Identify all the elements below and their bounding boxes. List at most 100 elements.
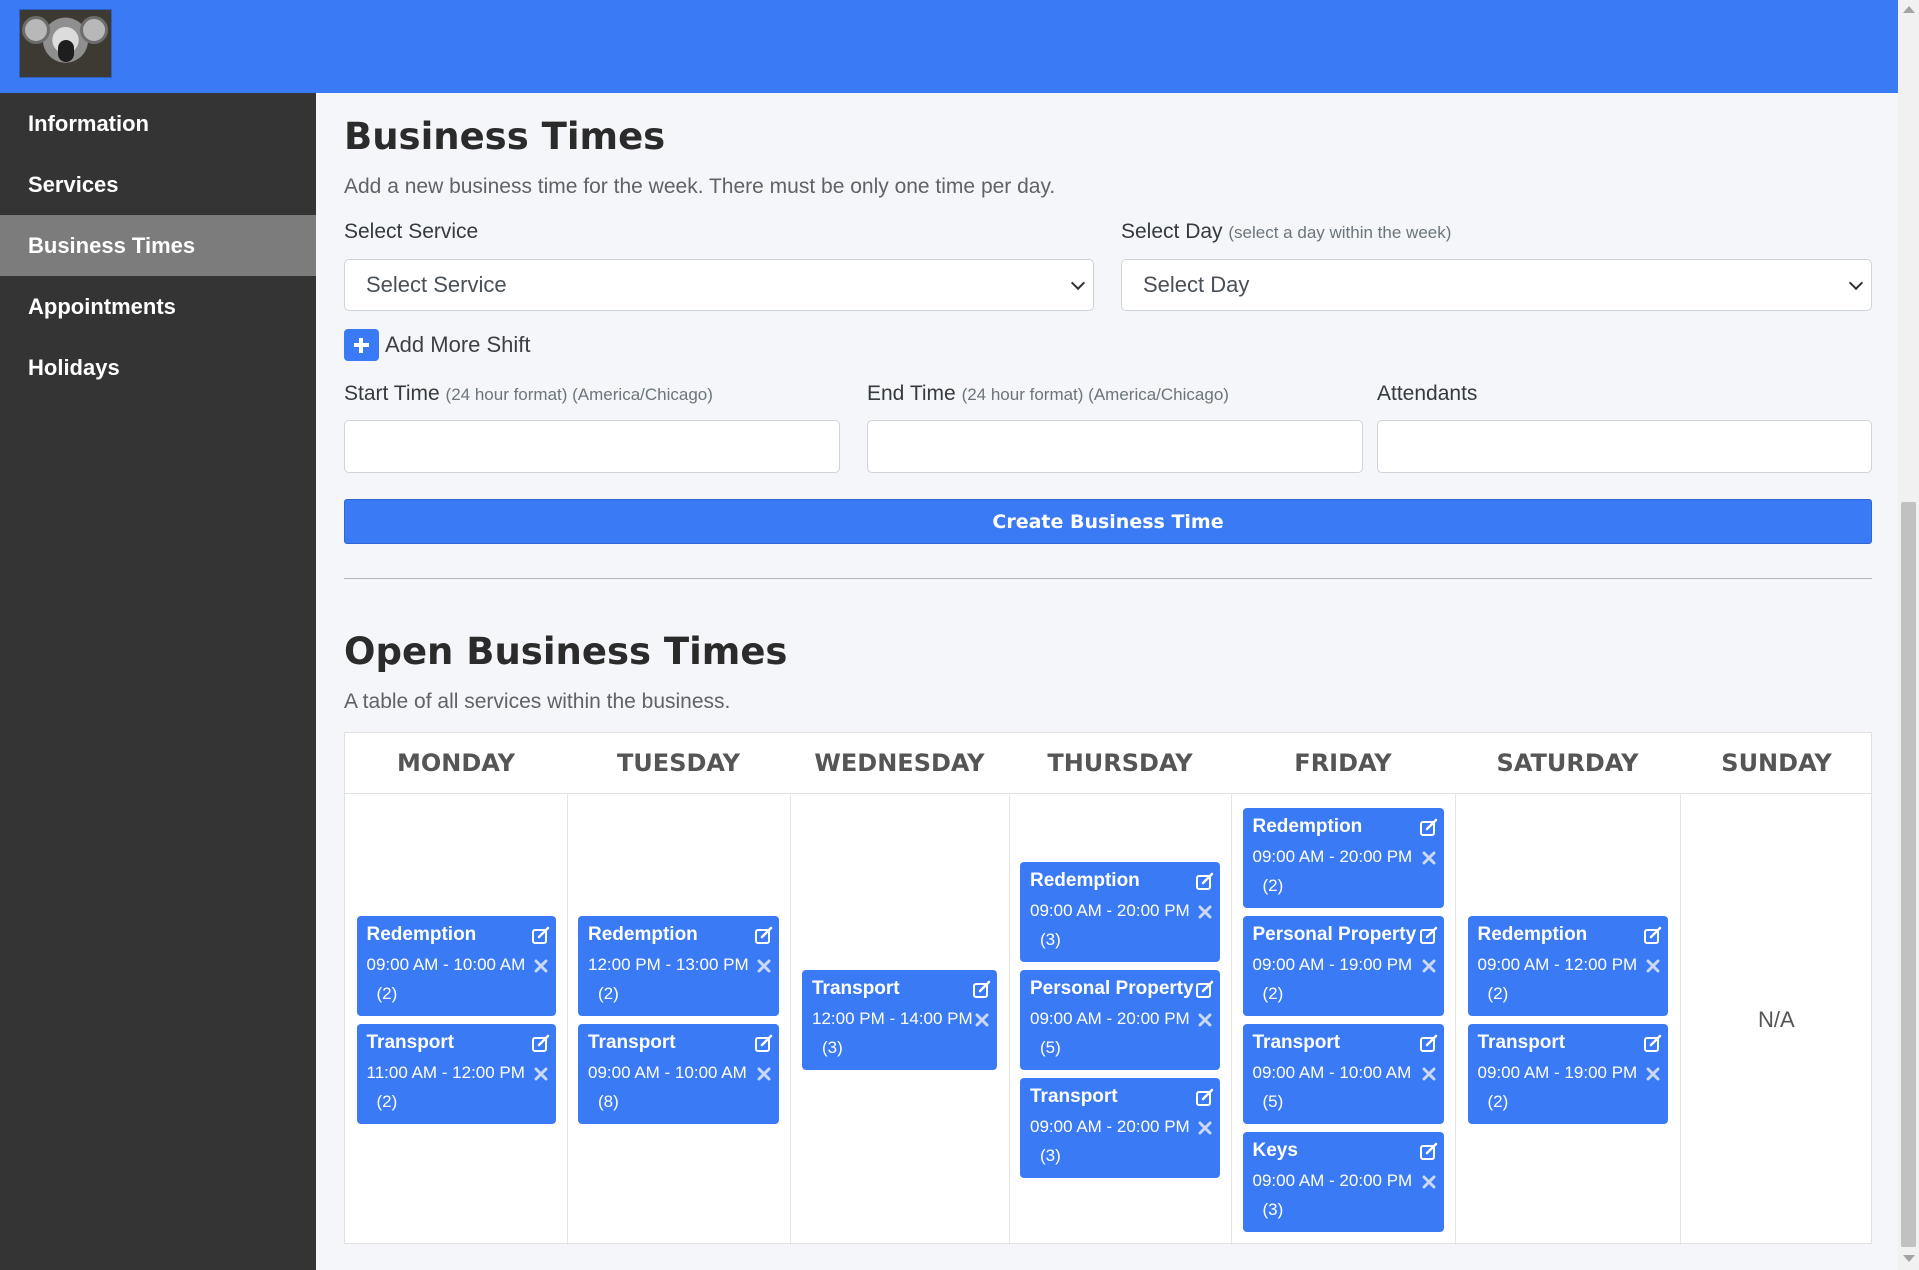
business-time-card[interactable]: Redemption 12:00 PM - 13:00 PM (2) — [578, 915, 779, 1016]
sidebar-item-appointments[interactable]: Appointments — [0, 276, 316, 337]
edit-icon[interactable] — [1196, 1088, 1214, 1106]
card-attendants-count: (3) — [822, 1037, 843, 1057]
business-time-card[interactable]: Keys 09:00 AM - 20:00 PM (3) — [1242, 1131, 1444, 1232]
business-time-card[interactable]: Redemption 09:00 AM - 10:00 AM (2) — [356, 915, 556, 1016]
start-time-input[interactable] — [344, 420, 840, 473]
scroll-up-arrow-icon[interactable] — [1903, 6, 1915, 13]
business-time-card[interactable]: Transport 12:00 PM - 14:00 PM (3) — [802, 969, 997, 1070]
close-icon[interactable] — [1422, 1067, 1436, 1081]
edit-icon[interactable] — [1419, 926, 1438, 944]
scroll-thumb[interactable] — [1901, 502, 1916, 1247]
card-attendants-count: (8) — [598, 1091, 619, 1111]
attendants-label-text: Attendants — [1377, 382, 1478, 405]
page-scrollbar[interactable] — [1898, 0, 1919, 1270]
card-time-range: 09:00 AM - 12:00 PM — [1477, 954, 1638, 974]
close-icon[interactable] — [757, 959, 771, 973]
page-subtitle: Add a new business time for the week. Th… — [344, 175, 1056, 198]
logo-ear-right — [80, 16, 108, 44]
card-attendants-count: (2) — [1262, 875, 1284, 895]
sidebar-item-label: Information — [28, 110, 149, 136]
service-label-text: Select Service — [344, 220, 479, 243]
edit-icon[interactable] — [973, 980, 991, 998]
chevron-down-icon — [1848, 275, 1864, 291]
sidebar-item-label: Appointments — [28, 293, 176, 319]
card-attendants-count: (5) — [1040, 1037, 1061, 1057]
sidebar-item-services[interactable]: Services — [0, 154, 316, 215]
section-divider — [344, 578, 1872, 579]
end-time-label-text: End Time — [867, 382, 956, 405]
column-separator — [1680, 794, 1681, 1245]
edit-icon[interactable] — [1419, 1142, 1438, 1160]
create-business-time-button[interactable]: Create Business Time — [344, 499, 1872, 544]
business-time-card[interactable]: Transport 09:00 AM - 20:00 PM (3) — [1020, 1077, 1220, 1178]
edit-icon[interactable] — [1643, 926, 1662, 944]
close-icon[interactable] — [1198, 905, 1212, 919]
close-icon[interactable] — [534, 1067, 548, 1081]
edit-icon[interactable] — [755, 926, 773, 944]
sidebar-item-holidays[interactable]: Holidays — [0, 337, 316, 398]
card-service-name: Transport — [1030, 1085, 1118, 1107]
section-subtitle: A table of all services within the busin… — [344, 690, 731, 713]
edit-icon[interactable] — [1196, 980, 1214, 998]
close-icon[interactable] — [757, 1067, 771, 1081]
scroll-down-arrow-icon[interactable] — [1903, 1255, 1915, 1262]
card-time-range: 11:00 AM - 12:00 PM — [366, 1062, 525, 1082]
card-service-name: Redemption — [1252, 815, 1363, 837]
service-select[interactable]: Select Service — [344, 259, 1094, 311]
logo-ear-left — [22, 16, 50, 44]
edit-icon[interactable] — [531, 926, 550, 944]
business-time-card[interactable]: Transport 09:00 AM - 10:00 AM (5) — [1242, 1023, 1444, 1124]
service-select-value: Select Service — [366, 272, 507, 297]
close-icon[interactable] — [534, 959, 548, 973]
sidebar-item-business-times[interactable]: Business Times — [0, 215, 316, 276]
attendants-input[interactable] — [1377, 420, 1872, 473]
edit-icon[interactable] — [531, 1034, 550, 1052]
edit-icon[interactable] — [1419, 1034, 1438, 1052]
column-header-tuesday: TUESDAY — [616, 749, 741, 777]
card-service-name: Transport — [588, 1031, 676, 1053]
column-separator — [567, 794, 568, 1245]
end-time-hint: (24 hour format) (America/Chicago) — [961, 385, 1229, 404]
edit-icon[interactable] — [1196, 872, 1214, 890]
card-service-name: Transport — [1252, 1031, 1341, 1053]
business-time-card[interactable]: Personal Property 09:00 AM - 20:00 PM (5) — [1020, 969, 1220, 1070]
card-attendants-count: (2) — [376, 983, 398, 1003]
card-service-name: Redemption — [1477, 923, 1588, 945]
column-header-friday: FRIDAY — [1294, 749, 1392, 777]
close-icon[interactable] — [1646, 1067, 1660, 1081]
day-select[interactable]: Select Day — [1121, 259, 1872, 311]
business-time-card[interactable]: Transport 09:00 AM - 19:00 PM (2) — [1467, 1023, 1668, 1124]
sidebar-item-information[interactable]: Information — [0, 93, 316, 154]
business-time-card[interactable]: Redemption 09:00 AM - 20:00 PM (2) — [1242, 807, 1444, 908]
close-icon[interactable] — [1422, 959, 1436, 973]
sidebar-item-label: Holidays — [28, 354, 120, 380]
card-time-range: 09:00 AM - 10:00 AM — [1252, 1062, 1412, 1082]
business-time-card[interactable]: Transport 09:00 AM - 10:00 AM (8) — [578, 1023, 779, 1124]
close-icon[interactable] — [975, 1013, 989, 1027]
empty-day-label: N/A — [1758, 1006, 1795, 1032]
card-service-name: Transport — [1477, 1031, 1566, 1053]
edit-icon[interactable] — [1419, 818, 1438, 836]
chevron-down-icon — [1070, 275, 1086, 291]
add-more-shift-button[interactable]: Add More Shift — [344, 329, 531, 361]
business-time-card[interactable]: Personal Property 09:00 AM - 19:00 PM (2) — [1242, 915, 1444, 1016]
close-icon[interactable] — [1422, 851, 1436, 865]
end-time-input[interactable] — [867, 420, 1363, 473]
column-header-monday: MONDAY — [397, 749, 515, 777]
business-time-card[interactable]: Redemption 09:00 AM - 12:00 PM (2) — [1467, 915, 1668, 1016]
edit-icon[interactable] — [1643, 1034, 1662, 1052]
close-icon[interactable] — [1646, 959, 1660, 973]
business-time-card[interactable]: Transport 11:00 AM - 12:00 PM (2) — [356, 1023, 556, 1124]
close-icon[interactable] — [1198, 1121, 1212, 1135]
close-icon[interactable] — [1422, 1175, 1436, 1189]
plus-icon[interactable] — [344, 329, 379, 361]
close-icon[interactable] — [1198, 1013, 1212, 1027]
business-time-card[interactable]: Redemption 09:00 AM - 20:00 PM (3) — [1020, 861, 1220, 962]
logo[interactable] — [19, 9, 112, 78]
sidebar: Information Services Business Times Appo… — [0, 93, 316, 1270]
card-attendants-count: (2) — [1487, 983, 1509, 1003]
column-header-thursday: THURSDAY — [1047, 749, 1193, 777]
edit-icon[interactable] — [755, 1034, 773, 1052]
card-attendants-count: (3) — [1040, 929, 1061, 949]
card-service-name: Personal Property — [1030, 977, 1194, 999]
